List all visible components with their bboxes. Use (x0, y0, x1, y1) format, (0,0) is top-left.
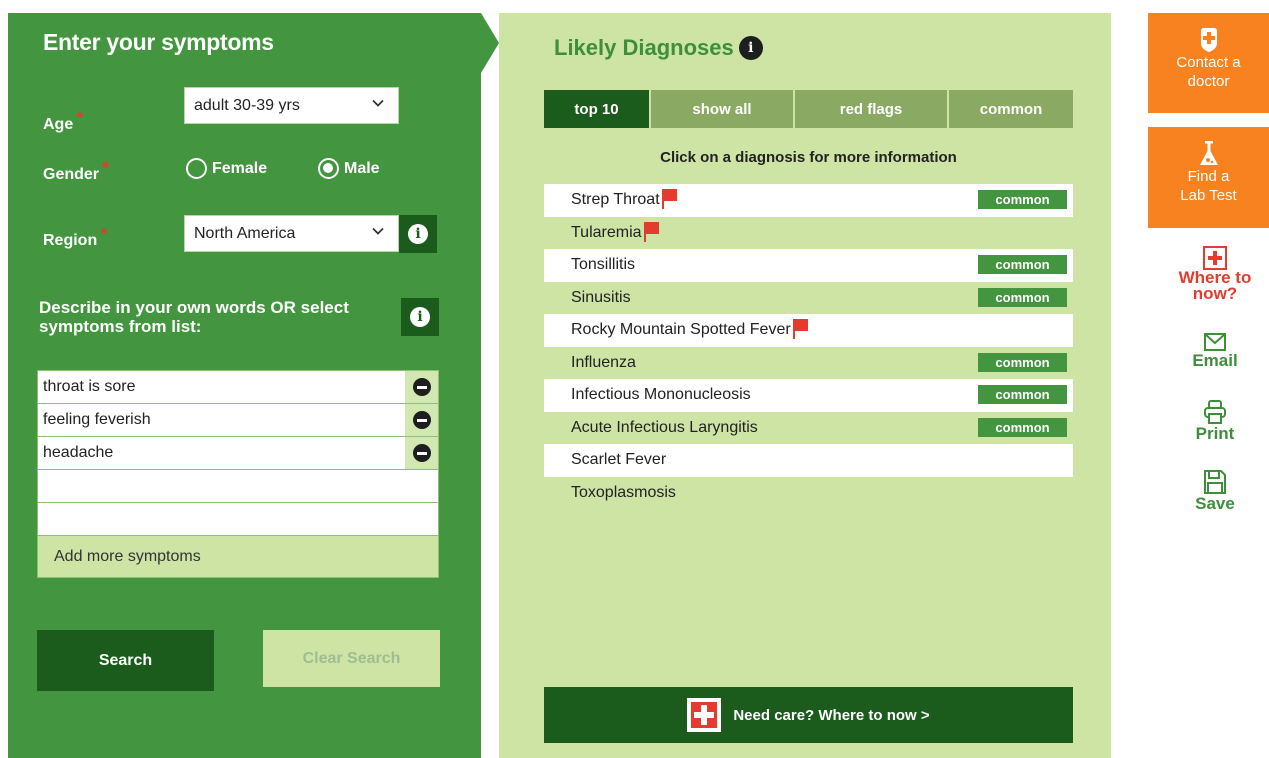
print-link[interactable]: Print (1160, 400, 1269, 444)
diagnoses-panel: Likely Diagnoses i top 10 show all red f… (499, 13, 1111, 758)
diagnosis-name: Acute Infectious Laryngitis (571, 418, 758, 436)
diagnoses-title: Likely Diagnoses i (554, 35, 763, 61)
diagnosis-name: Tonsillitis (571, 256, 636, 273)
minus-circle-icon (412, 378, 431, 396)
panel-title: Enter your symptoms (43, 29, 274, 55)
diagnosis-row[interactable]: Sinusitis common (544, 282, 1073, 315)
age-select-value: adult 30-39 yrs (194, 97, 300, 114)
common-badge: common (978, 255, 1067, 274)
common-badge: common (978, 287, 1067, 307)
diagnosis-name: Scarlet Fever (571, 451, 667, 468)
diagnosis-row[interactable]: Toxoplasmosis (544, 477, 1073, 510)
add-more-symptoms-button[interactable]: Add more symptoms (37, 536, 439, 578)
describe-instructions: Describe in your own words OR select sym… (39, 298, 349, 336)
diagnosis-row[interactable]: Acute Infectious Laryngitis common (544, 412, 1073, 445)
common-badge: common (978, 190, 1067, 209)
envelope-icon (1204, 333, 1226, 351)
diagnosis-tabs: top 10 show all red flags common (544, 90, 1073, 128)
clear-search-button[interactable]: Clear Search (263, 630, 440, 687)
age-select[interactable]: adult 30-39 yrs (184, 87, 399, 124)
diagnosis-name: Infectious Mononucleosis (571, 386, 751, 403)
diagnosis-row[interactable]: Rocky Mountain Spotted Fever (544, 314, 1073, 347)
tab-common[interactable]: common (949, 90, 1073, 128)
symptom-field[interactable]: throat is sore (37, 370, 439, 404)
chevron-down-icon (372, 227, 384, 235)
red-cross-icon (1203, 246, 1227, 270)
floppy-disk-icon (1204, 470, 1226, 494)
diagnosis-row[interactable]: Infectious Mononucleosis common (544, 379, 1073, 412)
common-badge: common (978, 352, 1067, 372)
search-button[interactable]: Search (37, 630, 214, 691)
symptom-field-empty[interactable] (37, 470, 439, 503)
diagnosis-row[interactable]: Tularemia (544, 217, 1073, 250)
diagnosis-name: Strep Throat (571, 191, 660, 208)
info-icon: i (410, 307, 430, 327)
info-icon: i (408, 224, 428, 244)
region-info-button[interactable]: i (399, 215, 437, 253)
common-badge: common (978, 417, 1067, 437)
email-link[interactable]: Email (1160, 333, 1269, 371)
required-mark: * (100, 224, 108, 244)
diagnosis-row[interactable]: Scarlet Fever (544, 444, 1073, 477)
diagnosis-row[interactable]: Tonsillitis common (544, 249, 1073, 282)
flask-icon (1199, 141, 1218, 165)
contact-doctor-button[interactable]: Contact a doctor (1148, 13, 1269, 113)
region-label: Region * (43, 224, 108, 249)
symptom-field[interactable]: feeling feverish (37, 404, 439, 437)
diagnosis-row[interactable]: Influenza common (544, 347, 1073, 380)
tab-red-flags[interactable]: red flags (795, 90, 947, 128)
diagnosis-hint: Click on a diagnosis for more informatio… (660, 149, 957, 166)
radio-unchecked-icon (186, 158, 207, 179)
diagnosis-row[interactable]: Strep Throat common (544, 184, 1073, 217)
radio-checked-icon (318, 158, 339, 179)
save-link[interactable]: Save (1160, 470, 1269, 514)
diagnosis-list: Strep Throat common Tularemia Tonsillitis co… (544, 184, 1073, 509)
describe-info-button[interactable]: i (401, 298, 439, 336)
minus-circle-icon (412, 411, 431, 429)
symptom-field[interactable]: headache (37, 437, 439, 470)
diagnosis-name: Tularemia (571, 223, 642, 241)
age-label: Age * (43, 108, 84, 133)
gender-female-radio[interactable]: Female (186, 158, 267, 179)
region-select[interactable]: North America (184, 215, 399, 252)
red-flag-icon (792, 319, 809, 339)
diagnosis-name: Toxoplasmosis (571, 483, 676, 501)
red-cross-icon (687, 698, 722, 732)
remove-symptom-button[interactable] (405, 437, 438, 469)
required-mark: * (102, 158, 110, 178)
diagnosis-name: Influenza (571, 353, 636, 371)
remove-symptom-button[interactable] (405, 404, 438, 436)
tab-show-all[interactable]: show all (651, 90, 793, 128)
remove-symptom-button[interactable] (405, 371, 438, 403)
chevron-down-icon (372, 99, 384, 107)
minus-circle-icon (412, 444, 431, 462)
gender-label: Gender * (43, 158, 110, 183)
region-select-value: North America (194, 225, 296, 242)
panel-arrow (481, 13, 499, 73)
doctor-icon (1200, 28, 1217, 52)
symptom-field-empty[interactable] (37, 503, 439, 536)
gender-male-radio[interactable]: Male (318, 158, 380, 179)
required-mark: * (76, 108, 84, 128)
where-to-now-link[interactable]: Where to now? (1160, 246, 1269, 302)
diagnosis-name: Sinusitis (571, 288, 631, 306)
printer-icon (1204, 400, 1226, 424)
diagnosis-name: Rocky Mountain Spotted Fever (571, 321, 791, 338)
common-badge: common (978, 385, 1067, 404)
red-flag-icon (661, 189, 678, 209)
symptom-list: throat is sore feeling feverish headache… (37, 370, 439, 578)
tab-top-10[interactable]: top 10 (544, 90, 649, 128)
need-care-button[interactable]: Need care? Where to now > (544, 687, 1073, 743)
find-lab-test-button[interactable]: Find a Lab Test (1148, 127, 1269, 228)
red-flag-icon (643, 221, 660, 242)
info-icon[interactable]: i (738, 36, 763, 60)
